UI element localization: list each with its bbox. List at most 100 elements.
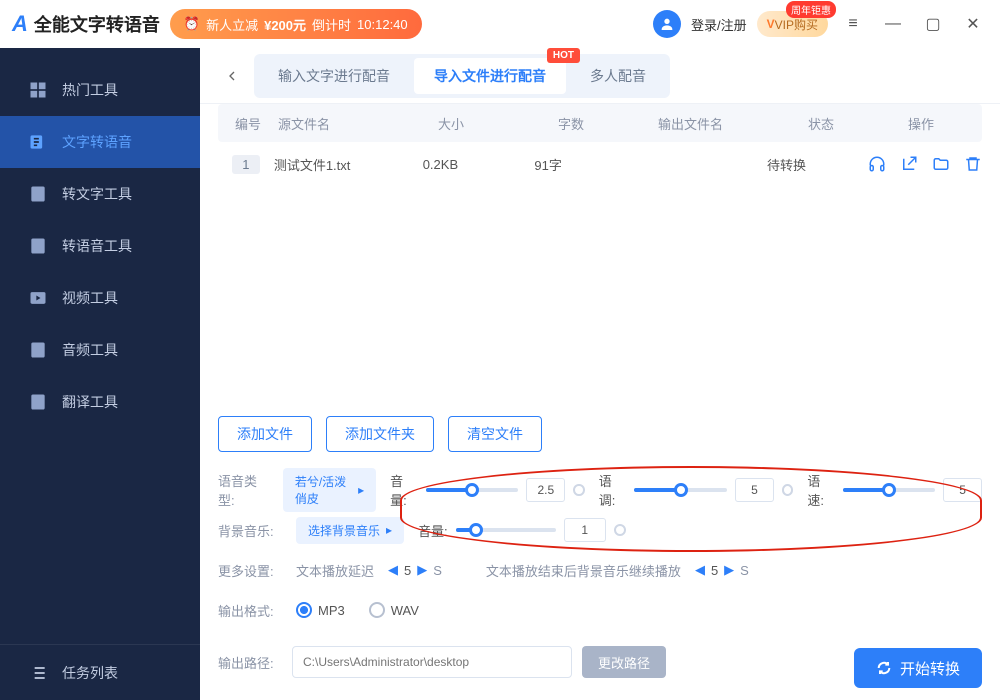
folder-icon[interactable] bbox=[932, 155, 950, 173]
sidebar-item-label: 转文字工具 bbox=[62, 184, 132, 204]
pitch-reset[interactable] bbox=[782, 484, 793, 496]
tab-multi-voice[interactable]: 多人配音 bbox=[570, 58, 666, 94]
chevron-right-icon: ▸ bbox=[386, 523, 392, 537]
promo-countdown: 10:12:40 bbox=[357, 17, 408, 32]
close-button[interactable]: ✕ bbox=[958, 9, 988, 39]
radio-label: MP3 bbox=[318, 603, 345, 618]
after-stepper[interactable]: ◀ 5 ▶ S bbox=[695, 562, 749, 578]
output-path-input[interactable] bbox=[292, 646, 572, 678]
volume-slider[interactable] bbox=[426, 488, 519, 492]
chevron-left-icon[interactable]: ◀ bbox=[695, 562, 705, 578]
sidebar-item-translate[interactable]: 翻译工具 bbox=[0, 376, 200, 428]
sidebar-item-label: 任务列表 bbox=[62, 663, 118, 683]
pitch-value[interactable]: 5 bbox=[735, 478, 774, 502]
format-radio-group: MP3 WAV bbox=[296, 602, 419, 618]
wave-icon bbox=[28, 236, 48, 256]
radio-dot-icon bbox=[296, 602, 312, 618]
promo-banner[interactable]: ⏰ 新人立减 ¥200元 倒计时 10:12:40 bbox=[170, 9, 422, 39]
voice-type-label: 语音类型: bbox=[218, 471, 269, 509]
voice-type-select[interactable]: 若兮/活泼俏皮 ▸ bbox=[283, 468, 376, 512]
row-filename: 测试文件1.txt bbox=[274, 155, 423, 174]
speed-value[interactable]: 5 bbox=[943, 478, 982, 502]
delay-label: 文本播放延迟 bbox=[296, 561, 374, 580]
headphones-icon[interactable] bbox=[868, 155, 886, 173]
minimize-button[interactable]: — bbox=[878, 9, 908, 39]
promo-amount: ¥200元 bbox=[264, 15, 306, 34]
speed-slider[interactable] bbox=[843, 488, 935, 492]
voice-type-value: 若兮/活泼俏皮 bbox=[295, 473, 352, 507]
col-ops: 操作 bbox=[908, 114, 982, 133]
row-size: 0.2KB bbox=[423, 157, 535, 172]
add-folder-button[interactable]: 添加文件夹 bbox=[326, 416, 434, 452]
row-index: 1 bbox=[232, 155, 259, 174]
add-file-button[interactable]: 添加文件 bbox=[218, 416, 312, 452]
footer: 输出路径: 更改路径 开始转换 bbox=[200, 642, 1000, 700]
bgm-volume-label: 音量: bbox=[418, 521, 448, 540]
sidebar-item-hot[interactable]: 热门工具 bbox=[0, 64, 200, 116]
delay-value: 5 bbox=[404, 563, 411, 578]
titlebar: A 全能文字转语音 ⏰ 新人立减 ¥200元 倒计时 10:12:40 登录/注… bbox=[0, 0, 1000, 48]
bgm-volume-value[interactable]: 1 bbox=[564, 518, 606, 542]
speed-label: 语速: bbox=[807, 471, 834, 509]
settings-panel: 语音类型: 若兮/活泼俏皮▸ 音量: 2.5 语调: 5 语速: bbox=[200, 470, 1000, 642]
rename-icon[interactable] bbox=[900, 155, 918, 173]
col-out: 输出文件名 bbox=[658, 114, 808, 133]
list-icon bbox=[28, 663, 48, 683]
tab-import-file[interactable]: 导入文件进行配音 HOT bbox=[414, 58, 566, 94]
avatar[interactable] bbox=[653, 10, 681, 38]
main-panel: 输入文字进行配音 导入文件进行配音 HOT 多人配音 编号 源文件名 大小 字数… bbox=[200, 48, 1000, 700]
maximize-button[interactable]: ▢ bbox=[918, 9, 948, 39]
login-link[interactable]: 登录/注册 bbox=[691, 15, 747, 34]
start-label: 开始转换 bbox=[900, 658, 960, 679]
table-row[interactable]: 1 测试文件1.txt 0.2KB 91字 待转换 bbox=[218, 142, 982, 186]
pitch-slider[interactable] bbox=[634, 488, 727, 492]
chevron-right-icon[interactable]: ▶ bbox=[417, 562, 427, 578]
row-chars: 91字 bbox=[534, 155, 627, 174]
volume-value[interactable]: 2.5 bbox=[526, 478, 565, 502]
change-path-button[interactable]: 更改路径 bbox=[582, 646, 666, 678]
col-size: 大小 bbox=[438, 114, 558, 133]
sidebar-item-to-audio[interactable]: 转语音工具 bbox=[0, 220, 200, 272]
back-button[interactable] bbox=[218, 62, 246, 90]
radio-mp3[interactable]: MP3 bbox=[296, 602, 345, 618]
row-actions bbox=[860, 155, 982, 173]
sidebar-item-label: 文字转语音 bbox=[62, 132, 132, 152]
tab-label: 导入文件进行配音 bbox=[434, 68, 546, 84]
sidebar-item-label: 热门工具 bbox=[62, 80, 118, 100]
tab-input-text[interactable]: 输入文字进行配音 bbox=[258, 58, 410, 94]
volume-reset[interactable] bbox=[573, 484, 584, 496]
audio-icon bbox=[28, 340, 48, 360]
chevron-right-icon[interactable]: ▶ bbox=[724, 562, 734, 578]
tts-icon bbox=[28, 132, 48, 152]
radio-dot-icon bbox=[369, 602, 385, 618]
delay-stepper[interactable]: ◀ 5 ▶ S bbox=[388, 562, 442, 578]
sidebar-item-stt[interactable]: 转文字工具 bbox=[0, 168, 200, 220]
sidebar-item-label: 翻译工具 bbox=[62, 392, 118, 412]
after-label: 文本播放结束后背景音乐继续播放 bbox=[486, 561, 681, 580]
bgm-select[interactable]: 选择背景音乐▸ bbox=[296, 517, 404, 544]
chevron-right-icon: ▸ bbox=[358, 483, 364, 497]
file-table: 编号 源文件名 大小 字数 输出文件名 状态 操作 1 测试文件1.txt 0.… bbox=[200, 104, 1000, 186]
clear-files-button[interactable]: 清空文件 bbox=[448, 416, 542, 452]
chevron-left-icon[interactable]: ◀ bbox=[388, 562, 398, 578]
bgm-volume-reset[interactable] bbox=[614, 524, 626, 536]
vip-badge: 周年钜惠 bbox=[786, 1, 836, 18]
bgm-volume-slider[interactable] bbox=[456, 528, 556, 532]
bgm-row: 背景音乐: 选择背景音乐▸ 音量: 1 bbox=[218, 510, 982, 550]
menu-icon[interactable]: ≡ bbox=[838, 9, 868, 39]
document-icon bbox=[28, 184, 48, 204]
sidebar-item-tasks[interactable]: 任务列表 bbox=[0, 644, 200, 700]
volume-label: 音量: bbox=[390, 471, 417, 509]
sidebar-item-audio[interactable]: 音频工具 bbox=[0, 324, 200, 376]
radio-wav[interactable]: WAV bbox=[369, 602, 419, 618]
file-actions: 添加文件 添加文件夹 清空文件 bbox=[200, 402, 1000, 470]
chevron-left-icon bbox=[224, 68, 240, 84]
vip-button[interactable]: V VIP购买 周年钜惠 bbox=[757, 11, 828, 37]
format-row: 输出格式: MP3 WAV bbox=[218, 590, 982, 630]
delete-icon[interactable] bbox=[964, 155, 982, 173]
col-status: 状态 bbox=[808, 114, 908, 133]
sidebar-item-tts[interactable]: 文字转语音 bbox=[0, 116, 200, 168]
sidebar-item-video[interactable]: 视频工具 bbox=[0, 272, 200, 324]
grid-icon bbox=[28, 80, 48, 100]
start-convert-button[interactable]: 开始转换 bbox=[854, 648, 982, 688]
